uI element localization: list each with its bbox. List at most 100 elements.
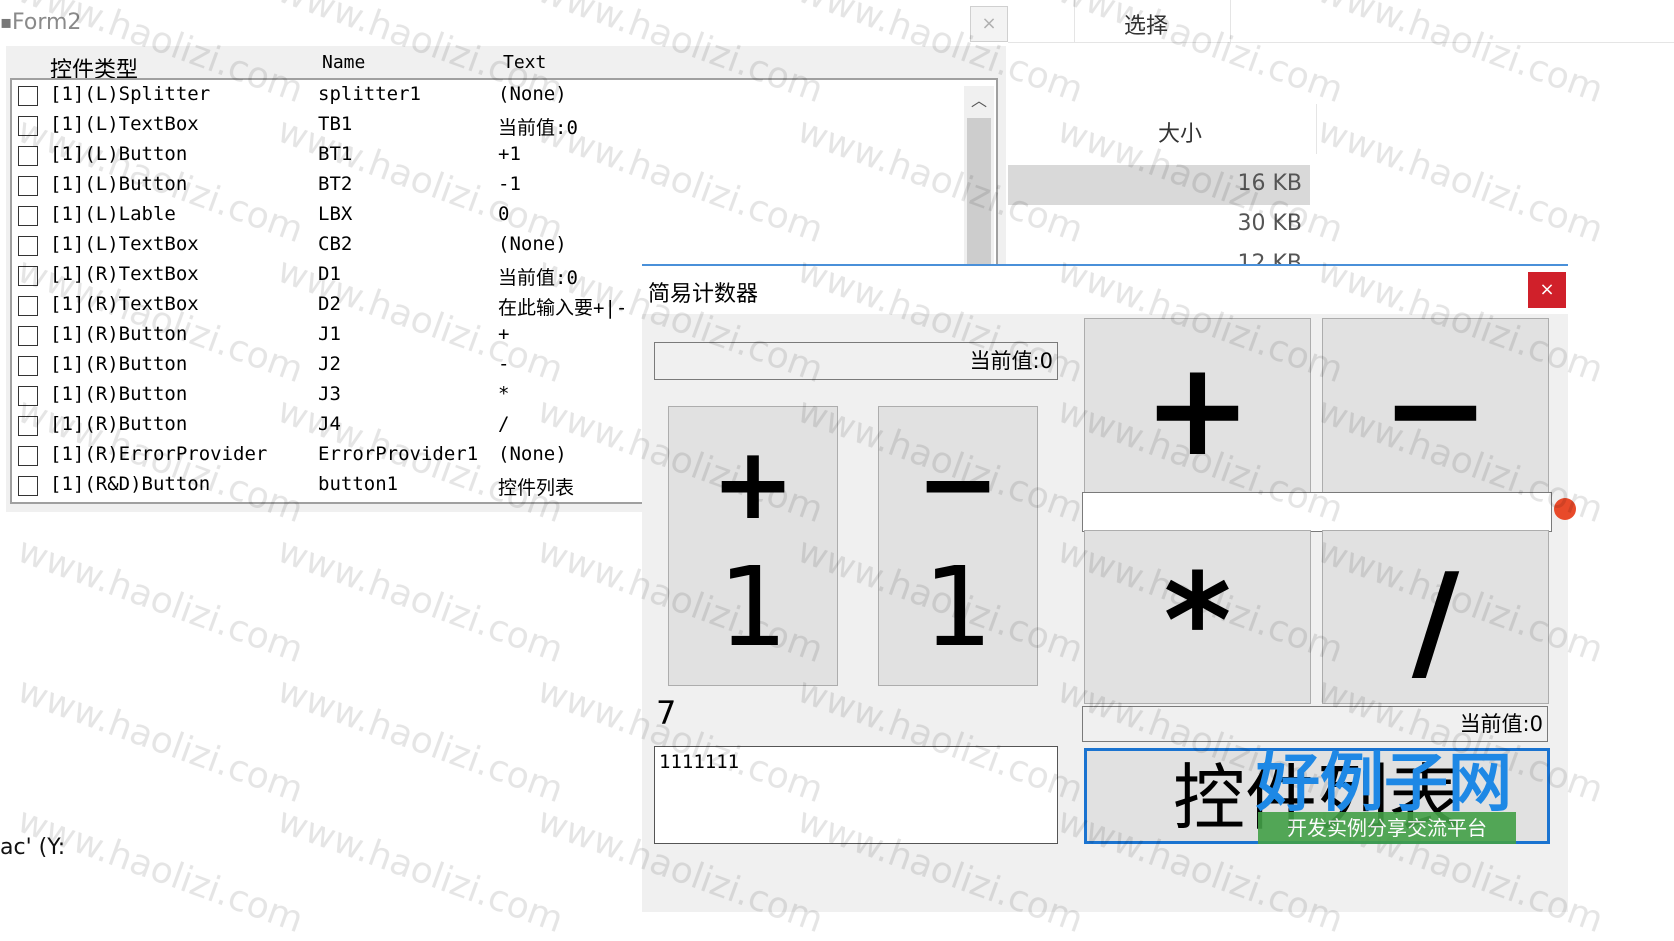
cell-control-type: [1](R)Button bbox=[50, 323, 188, 345]
title-bar: 简易计数器 × bbox=[642, 266, 1568, 314]
cell-control-name: ErrorProvider1 bbox=[318, 443, 479, 465]
row-checkbox[interactable] bbox=[18, 386, 38, 406]
watermark-text: www.haolizi.com bbox=[272, 529, 569, 672]
cell-control-type: [1](R&D)Button bbox=[50, 473, 211, 495]
site-logo: 好例子网 开发实例分享交流平台 bbox=[1256, 748, 1556, 848]
app-icon: ▪ bbox=[0, 12, 13, 33]
row-checkbox[interactable] bbox=[18, 416, 38, 436]
size-column-header[interactable]: 大小 bbox=[1158, 116, 1202, 148]
minus-one-button[interactable]: − 1 bbox=[878, 406, 1038, 686]
plus-one-button[interactable]: + 1 bbox=[668, 406, 838, 686]
operand-input[interactable] bbox=[1082, 492, 1552, 532]
cell-control-name: J4 bbox=[318, 413, 341, 435]
cell-control-name: LBX bbox=[318, 203, 353, 225]
cell-control-type: [1](L)Button bbox=[50, 143, 188, 165]
cell-control-name: BT1 bbox=[318, 143, 353, 165]
toolbar-divider bbox=[1230, 0, 1231, 42]
cell-control-name: D2 bbox=[318, 293, 341, 315]
row-checkbox[interactable] bbox=[18, 476, 38, 496]
list-row[interactable]: [1](L)Lable LBX 0 bbox=[12, 200, 966, 230]
explorer-toolbar: 选择 bbox=[1008, 0, 1674, 43]
watermark-text: www.haolizi.com bbox=[272, 669, 569, 812]
cell-control-text: 当前值:0 bbox=[498, 117, 578, 139]
cell-control-type: [1](L)Lable bbox=[50, 203, 176, 225]
subtract-button[interactable]: − bbox=[1322, 318, 1549, 494]
cell-control-name: BT2 bbox=[318, 173, 353, 195]
explorer-window: 选择 大小 16 KB 30 KB 12 KB bbox=[1008, 0, 1674, 280]
cell-control-text: (None) bbox=[498, 443, 567, 465]
error-icon bbox=[1554, 498, 1576, 520]
row-checkbox[interactable] bbox=[18, 86, 38, 106]
cell-control-text: +1 bbox=[498, 143, 521, 165]
cell-control-name: J3 bbox=[318, 383, 341, 405]
cell-control-type: [1](R)Button bbox=[50, 353, 188, 375]
list-row[interactable]: [1](L)Button BT2 -1 bbox=[12, 170, 966, 200]
list-row[interactable]: [1](L)Button BT1 +1 bbox=[12, 140, 966, 170]
history-textbox[interactable]: 1111111 bbox=[654, 746, 1058, 844]
cell-control-type: [1](R)TextBox bbox=[50, 293, 199, 315]
cell-control-name: TB1 bbox=[318, 113, 353, 135]
scrollbar-thumb[interactable] bbox=[967, 118, 991, 266]
cell-control-type: [1](R)Button bbox=[50, 383, 188, 405]
cell-control-type: [1](L)TextBox bbox=[50, 233, 199, 255]
watermark-text: www.haolizi.com bbox=[12, 669, 309, 812]
cell-control-type: [1](R)ErrorProvider bbox=[50, 443, 268, 465]
row-checkbox[interactable] bbox=[18, 236, 38, 256]
chevron-up-icon[interactable]: ︿ bbox=[964, 86, 994, 116]
window-title: 简易计数器 bbox=[648, 282, 759, 307]
column-header-name[interactable]: Name bbox=[322, 52, 365, 73]
asterisk-icon: * bbox=[1163, 545, 1232, 697]
list-row[interactable]: [1](L)TextBox TB1 当前值:0 bbox=[12, 110, 966, 140]
row-checkbox[interactable] bbox=[18, 446, 38, 466]
button-digit: 1 bbox=[718, 543, 788, 671]
slash-icon: / bbox=[1411, 545, 1460, 697]
cell-control-text: -1 bbox=[498, 173, 521, 195]
cell-control-type: [1](R)Button bbox=[50, 413, 188, 435]
cell-control-text: * bbox=[498, 383, 510, 405]
select-menu[interactable]: 选择 bbox=[1124, 8, 1168, 40]
current-value-textbox-right[interactable]: 当前值:0 bbox=[1082, 706, 1548, 742]
cell-control-type: [1](L)Splitter bbox=[50, 83, 211, 105]
minus-icon: − bbox=[916, 425, 1000, 542]
cell-control-name: splitter1 bbox=[318, 83, 421, 105]
current-value-textbox[interactable]: 当前值:0 bbox=[654, 342, 1058, 380]
column-header-text[interactable]: Text bbox=[503, 52, 546, 73]
row-checkbox[interactable] bbox=[18, 116, 38, 136]
row-checkbox[interactable] bbox=[18, 266, 38, 286]
file-size: 30 KB bbox=[1237, 211, 1302, 236]
cell-control-name: J2 bbox=[318, 353, 341, 375]
divide-button[interactable]: / bbox=[1322, 530, 1549, 704]
cell-control-text: / bbox=[498, 413, 510, 435]
close-button[interactable]: × bbox=[1528, 272, 1566, 308]
plus-icon: + bbox=[711, 425, 795, 542]
row-checkbox[interactable] bbox=[18, 176, 38, 196]
cell-control-name: J1 bbox=[318, 323, 341, 345]
row-checkbox[interactable] bbox=[18, 356, 38, 376]
vertical-scrollbar[interactable]: ︿ bbox=[964, 86, 994, 266]
cell-control-text: 在此输入要+|- bbox=[498, 297, 628, 319]
watermark-text: www.haolizi.com bbox=[272, 799, 569, 941]
list-row[interactable]: [1](L)Splitter splitter1 (None) bbox=[12, 80, 966, 110]
cell-control-text: 控件列表 bbox=[498, 477, 575, 499]
row-checkbox[interactable] bbox=[18, 206, 38, 226]
cell-control-text: 0 bbox=[498, 203, 510, 225]
row-checkbox[interactable] bbox=[18, 146, 38, 166]
plus-icon: + bbox=[1143, 333, 1252, 485]
toolbar-divider bbox=[1074, 0, 1075, 42]
row-checkbox[interactable] bbox=[18, 326, 38, 346]
window-title: Form2 bbox=[12, 10, 82, 35]
close-button[interactable]: × bbox=[970, 6, 1008, 42]
count-label: 7 bbox=[656, 694, 677, 732]
multiply-button[interactable]: * bbox=[1084, 530, 1311, 704]
list-row[interactable]: [1](L)TextBox CB2 (None) bbox=[12, 230, 966, 260]
column-divider[interactable] bbox=[1316, 104, 1317, 154]
cell-control-text: - bbox=[498, 353, 510, 375]
cell-control-type: [1](L)Button bbox=[50, 173, 188, 195]
minus-icon: − bbox=[1381, 333, 1490, 485]
logo-subtitle: 开发实例分享交流平台 bbox=[1258, 812, 1516, 844]
cell-control-text: (None) bbox=[498, 83, 567, 105]
cell-control-name: button1 bbox=[318, 473, 399, 495]
cell-control-text: + bbox=[498, 323, 510, 345]
row-checkbox[interactable] bbox=[18, 296, 38, 316]
add-button[interactable]: + bbox=[1084, 318, 1311, 494]
